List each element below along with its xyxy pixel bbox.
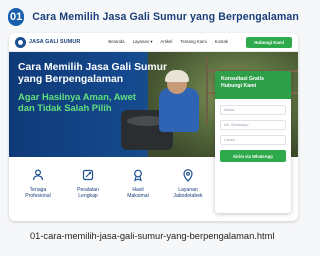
- tools-icon: [80, 167, 96, 183]
- helmet-graphic: [165, 70, 189, 82]
- whatsapp-field[interactable]: No. WhatsApp: [220, 120, 286, 130]
- menu-item-beranda[interactable]: Beranda: [108, 39, 124, 45]
- feature-item: Tenaga Profesional: [15, 167, 61, 215]
- hero-text: Cara Memilih Jasa Gali Sumur yang Berpen…: [18, 62, 168, 113]
- menu-item-layanan[interactable]: Layanan ▾: [133, 39, 153, 45]
- feature-label-line2: Lengkap: [78, 193, 98, 200]
- site-logo[interactable]: JASA GALI SUMUR: [15, 36, 81, 48]
- website-preview-card[interactable]: JASA GALI SUMUR Beranda Layanan ▾ Artike…: [9, 33, 298, 221]
- feature-label-line2: Jabodetabek: [173, 193, 203, 200]
- menu-item-kontak[interactable]: Kontak: [215, 39, 228, 45]
- nav-contact-button[interactable]: Hubungi Kami: [246, 36, 292, 48]
- logo-mark-icon: [15, 36, 26, 48]
- name-field[interactable]: Nama: [220, 105, 286, 115]
- number-badge: 01: [8, 8, 25, 26]
- caption-bar: 01 Cara Memilih Jasa Gali Sumur yang Ber…: [8, 6, 299, 28]
- hero-title-line2: yang Berpengalaman: [18, 74, 124, 85]
- menu-item-tentang[interactable]: Tentang Kami: [180, 39, 206, 45]
- feature-item: Peralatan Lengkap: [65, 167, 111, 215]
- form-header-line2: Hubungi Kami: [221, 82, 257, 89]
- hero-title-line1: Cara Memilih Jasa Gali Sumur: [18, 62, 167, 73]
- form-body: Nama No. WhatsApp Lokasi Kirim via Whats…: [215, 99, 291, 168]
- features-row: Tenaga Profesional Peralatan Lengkap Has…: [15, 167, 211, 215]
- hero-subtitle-line1: Agar Hasilnya Aman, Awet: [18, 91, 136, 102]
- location-icon: [180, 167, 196, 183]
- site-navbar: JASA GALI SUMUR Beranda Layanan ▾ Artike…: [9, 33, 298, 52]
- thumbnail-frame: 01 Cara Memilih Jasa Gali Sumur yang Ber…: [0, 0, 307, 256]
- feature-label-line2: Maksimal: [127, 193, 149, 200]
- contact-form: Konsultasi Gratis Hubungi Kami Nama No. …: [215, 71, 291, 213]
- feature-item: Hasil Maksimal: [115, 167, 161, 215]
- logo-text: JASA GALI SUMUR: [29, 39, 81, 45]
- form-header: Konsultasi Gratis Hubungi Kami: [215, 71, 291, 99]
- filename-caption: 01-cara-memilih-jasa-gali-sumur-yang-ber…: [30, 231, 275, 241]
- medal-icon: [130, 167, 146, 183]
- menu-item-artikel[interactable]: Artikel: [160, 39, 172, 45]
- location-field[interactable]: Lokasi: [220, 135, 286, 145]
- users-icon: [30, 167, 46, 183]
- send-whatsapp-button[interactable]: Kirim via WhatsApp: [220, 150, 286, 162]
- caption-title: Cara Memilih Jasa Gali Sumur yang Berpen…: [32, 11, 299, 23]
- feature-label-line2: Profesional: [25, 193, 51, 200]
- feature-item: Layanan Jabodetabek: [165, 167, 211, 215]
- site-menu: Beranda Layanan ▾ Artikel Tentang Kami K…: [108, 39, 228, 45]
- hero-subtitle-line2: dan Tidak Salah Pilih: [18, 102, 112, 113]
